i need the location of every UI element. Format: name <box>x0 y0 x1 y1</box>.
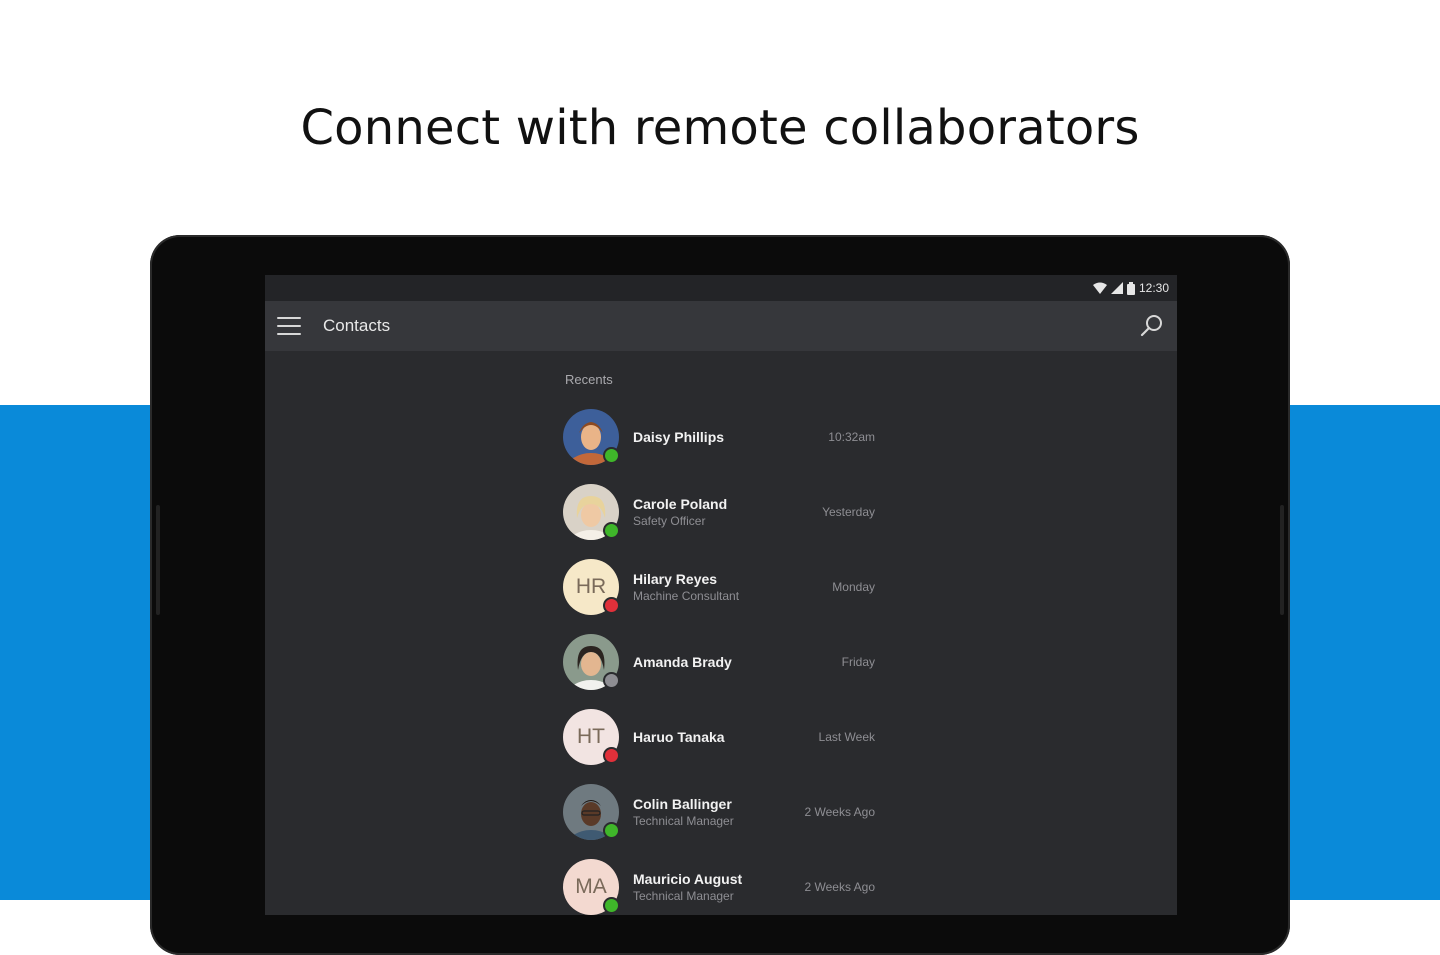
contact-role: Technical Manager <box>633 813 734 828</box>
contact-role: Safety Officer <box>633 513 706 528</box>
app-screen: 12:30 Contacts Recents Daisy Phillips 10… <box>265 275 1177 915</box>
contact-time: 10:32am <box>828 429 875 444</box>
presence-indicator <box>603 821 620 839</box>
tablet-side-button-right <box>1280 505 1284 615</box>
contact-name: Mauricio August <box>633 870 743 887</box>
contact-item[interactable]: Amanda Brady Friday <box>563 624 883 699</box>
contact-time: Monday <box>832 579 875 594</box>
contact-name: Amanda Brady <box>633 653 732 670</box>
headline: Connect with remote collaborators <box>300 100 1140 156</box>
wifi-icon <box>1092 282 1107 294</box>
contact-name: Colin Ballinger <box>633 795 732 812</box>
contact-name: Daisy Phillips <box>633 428 725 445</box>
contact-item[interactable]: HR Hilary Reyes Machine Consultant Monda… <box>563 549 883 624</box>
presence-indicator <box>603 521 620 539</box>
app-bar: Contacts <box>265 301 1177 351</box>
contact-list: Daisy Phillips 10:32am Carole Poland Saf… <box>563 399 883 915</box>
presence-indicator <box>603 746 620 764</box>
contact-name: Haruo Tanaka <box>633 728 725 745</box>
presence-indicator <box>603 896 620 914</box>
hamburger-menu-icon[interactable] <box>277 317 301 335</box>
avatar: MA <box>563 858 620 915</box>
avatar <box>563 783 620 840</box>
contact-time: Yesterday <box>822 504 875 519</box>
contact-item[interactable]: Daisy Phillips 10:32am <box>563 399 883 474</box>
contact-item[interactable]: MA Mauricio August Technical Manager 2 W… <box>563 849 883 915</box>
presence-indicator <box>603 596 620 614</box>
tablet-side-button-left <box>156 505 160 615</box>
avatar <box>563 633 620 690</box>
avatar <box>563 483 620 540</box>
contact-time: Last Week <box>818 729 875 744</box>
search-icon[interactable] <box>1139 313 1165 339</box>
contact-time: Friday <box>841 654 875 669</box>
section-label-recents: Recents <box>565 372 613 387</box>
cellular-signal-icon <box>1110 282 1123 294</box>
avatar <box>563 408 620 465</box>
status-bar: 12:30 <box>265 275 1177 301</box>
avatar: HR <box>563 558 620 615</box>
contact-name: Carole Poland <box>633 495 728 512</box>
contact-name: Hilary Reyes <box>633 570 718 587</box>
contact-role: Machine Consultant <box>633 588 740 603</box>
contact-time: 2 Weeks Ago <box>804 804 876 819</box>
page-title: Contacts <box>323 316 391 335</box>
contact-item[interactable]: Carole Poland Safety Officer Yesterday <box>563 474 883 549</box>
contact-item[interactable]: Colin Ballinger Technical Manager 2 Week… <box>563 774 883 849</box>
tablet-frame: 12:30 Contacts Recents Daisy Phillips 10… <box>150 235 1290 955</box>
battery-icon <box>1126 281 1135 295</box>
presence-indicator <box>603 446 620 464</box>
contact-time: 2 Weeks Ago <box>804 879 876 894</box>
avatar: HT <box>563 708 620 765</box>
status-time: 12:30 <box>1138 281 1169 295</box>
contact-item[interactable]: HT Haruo Tanaka Last Week <box>563 699 883 774</box>
presence-indicator <box>603 671 620 689</box>
contact-role: Technical Manager <box>633 888 734 903</box>
